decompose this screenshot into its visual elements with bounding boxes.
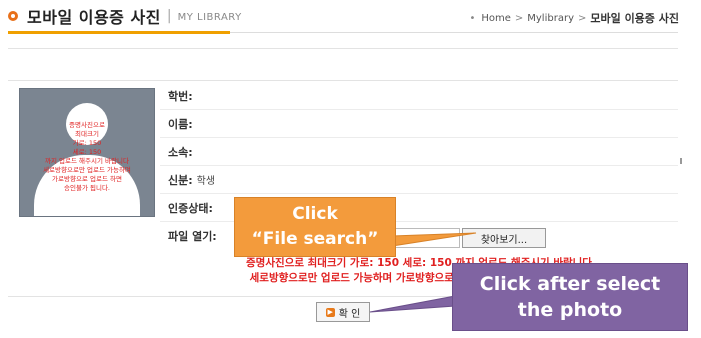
confirm-button-label: 확 인 <box>338 308 361 320</box>
student-id-label: 학번: <box>168 89 193 103</box>
section-divider <box>8 48 678 49</box>
department-label: 소속: <box>168 145 193 159</box>
header-accent-line <box>8 31 230 34</box>
page-title: 모바일 이용증 사진 <box>27 8 161 27</box>
breadcrumb-current: 모바일 이용증 사진 <box>590 12 679 25</box>
approval-label: 인증상태: <box>168 201 213 215</box>
scrollbar[interactable] <box>680 158 682 164</box>
confirm-arrow <box>369 295 456 313</box>
student-id-row: 학번: <box>160 82 678 110</box>
circle-icon <box>8 11 18 21</box>
name-label: 이름: <box>168 117 193 131</box>
confirm-arrow-icon: ▶ <box>325 307 335 317</box>
chevron-right-icon: > <box>514 12 524 24</box>
breadcrumb: • Home > Mylibrary > 모바일 이용증 사진 <box>469 10 679 26</box>
status-row: 신분: 학생 <box>160 166 678 194</box>
file-search-button[interactable]: 찾아보기... <box>462 228 546 248</box>
chevron-right-icon: > <box>577 12 587 24</box>
file-search-callout: Click “File search” <box>234 197 396 257</box>
section-divider <box>8 80 678 81</box>
bullet-icon: • <box>469 12 476 24</box>
breadcrumb-home[interactable]: Home <box>481 13 511 24</box>
status-value: 학생 <box>196 176 216 187</box>
breadcrumb-mylibrary[interactable]: Mylibrary <box>527 13 574 24</box>
header-divider <box>230 32 678 33</box>
confirm-button[interactable]: ▶ 확 인 <box>316 302 370 322</box>
after-select-callout: Click after select the photo <box>452 263 688 331</box>
status-label: 신분: <box>168 173 193 187</box>
photo-placeholder: 증명사진으로 최대크기 가로: 150 세로: 150 까지 업로드 해주시기 … <box>19 88 155 217</box>
photo-guidelines: 증명사진으로 최대크기 가로: 150 세로: 150 까지 업로드 해주시기 … <box>43 121 131 192</box>
name-row: 이름: <box>160 110 678 138</box>
title-separator: | <box>166 8 172 24</box>
page-subtitle: MY LIBRARY <box>177 12 242 23</box>
department-row: 소속: <box>160 138 678 166</box>
page-header: 모바일 이용증 사진 | MY LIBRARY <box>8 4 242 28</box>
file-label: 파일 열기: <box>168 229 217 243</box>
